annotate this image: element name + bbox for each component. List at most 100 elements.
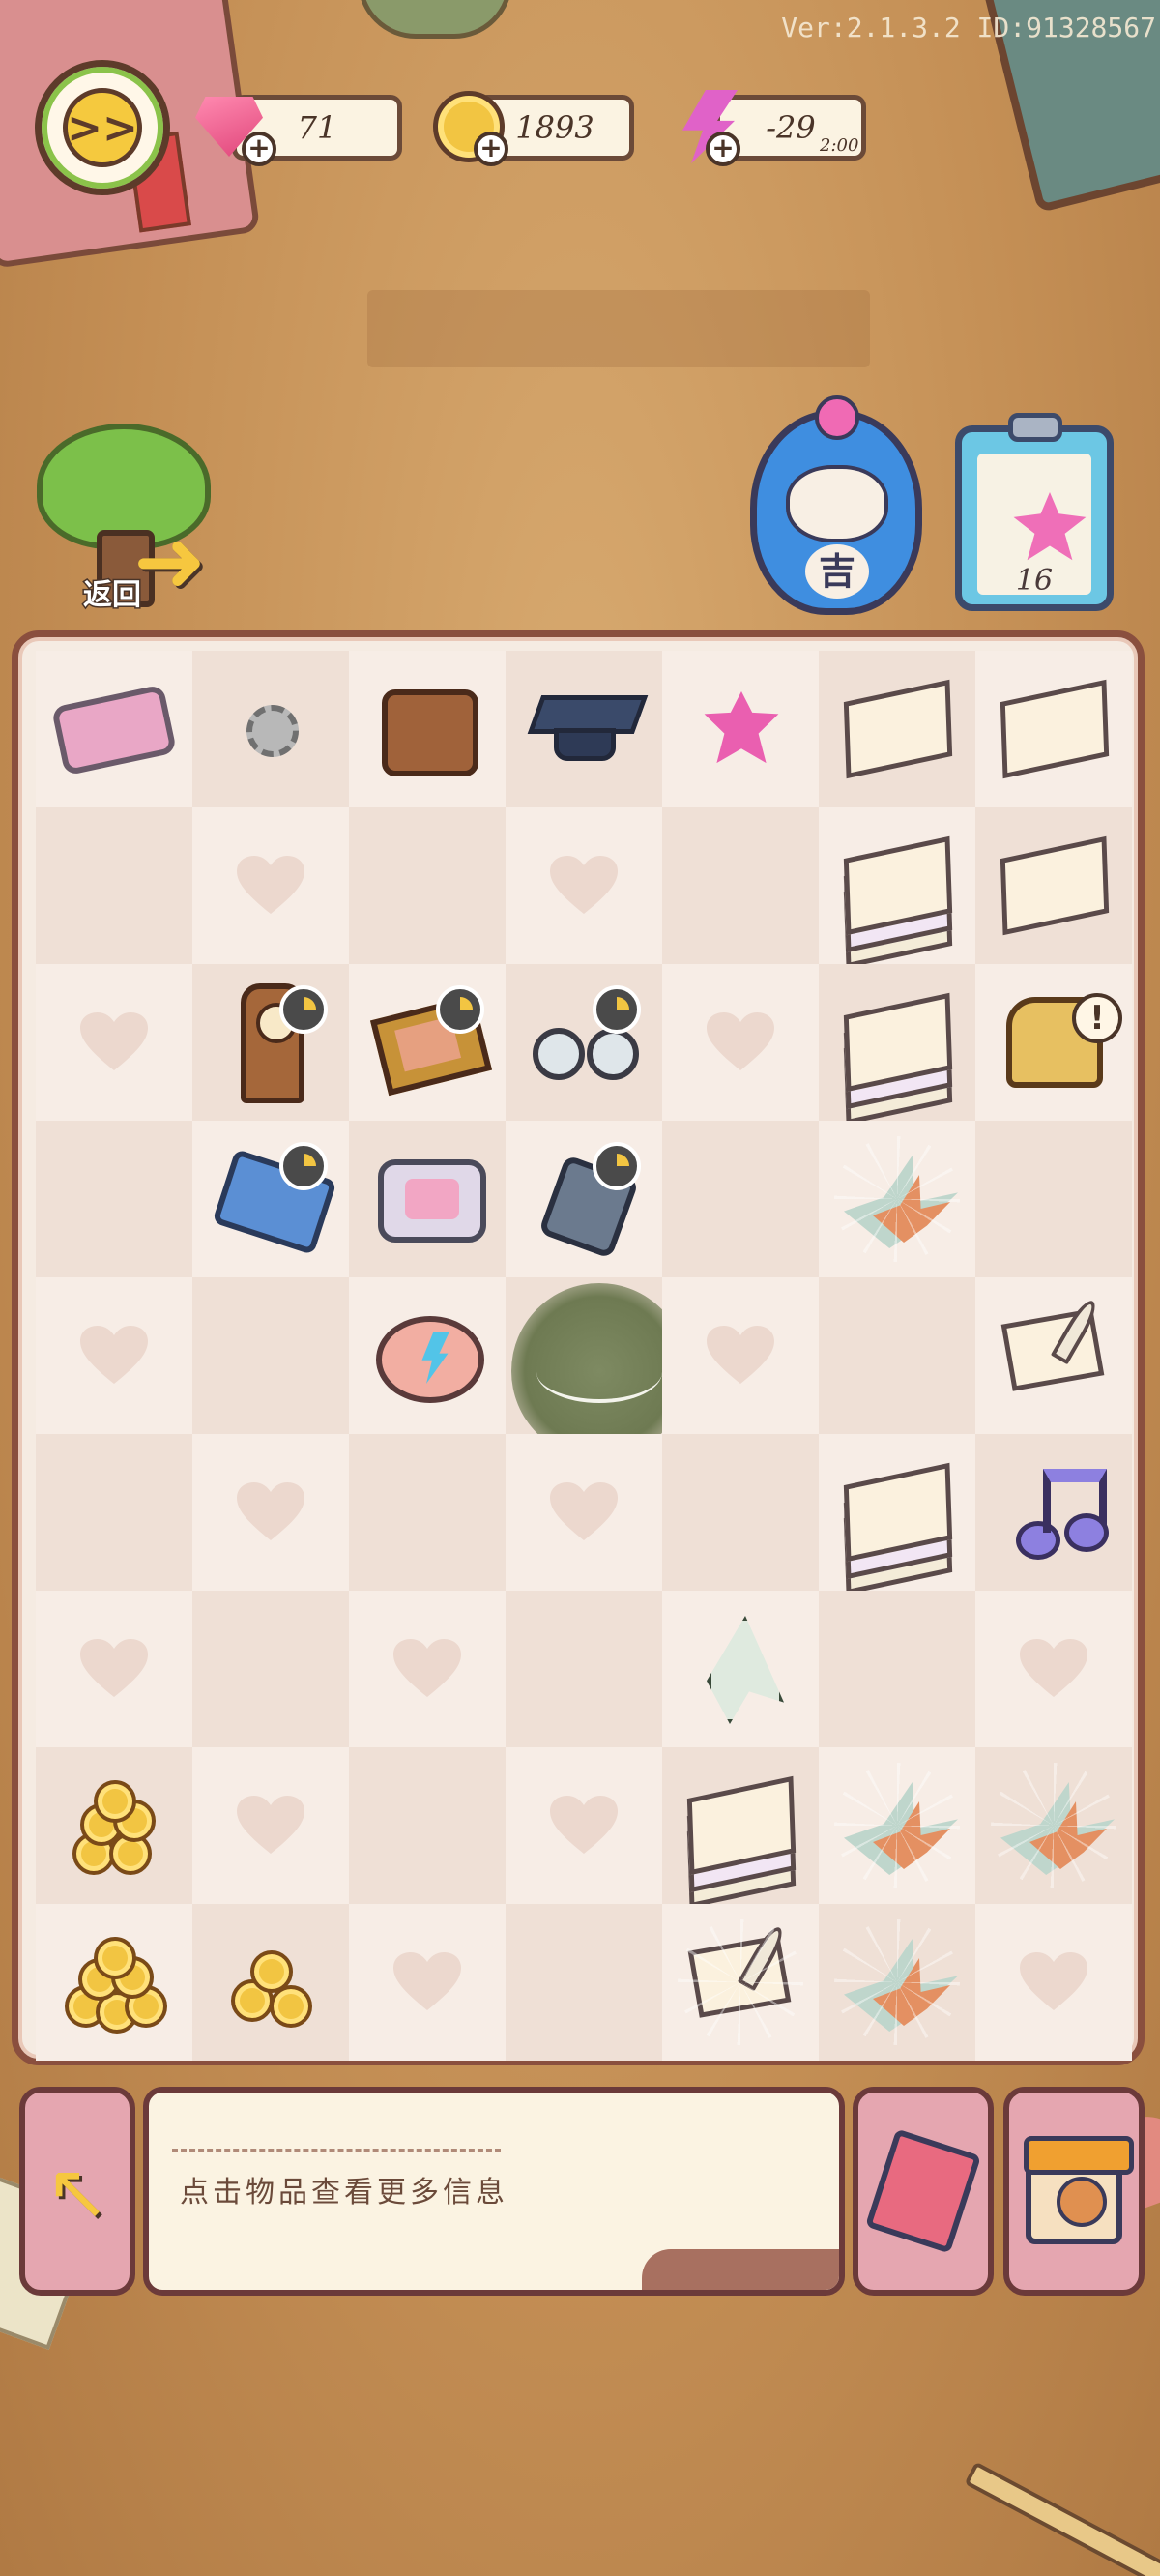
board-cell[interactable] (36, 964, 192, 1121)
daruma-lucky-cat-button[interactable]: 吉 (750, 395, 922, 615)
board-cell[interactable] (662, 1277, 819, 1434)
letter-quill-item[interactable] (991, 1293, 1116, 1419)
board-cell[interactable] (662, 1434, 819, 1591)
board-cell[interactable] (506, 1434, 662, 1591)
board-cell[interactable] (662, 964, 819, 1121)
add-energy-button[interactable]: + (706, 132, 740, 166)
board-cell[interactable] (192, 651, 349, 807)
piano-item[interactable]: ! (991, 980, 1122, 1105)
board-cell[interactable] (36, 1904, 192, 2061)
task-clipboard-button[interactable]: 16 (955, 413, 1114, 611)
board-cell[interactable] (819, 807, 975, 969)
glasses-item[interactable] (521, 980, 647, 1105)
paper-crane-item-webbed[interactable] (991, 1763, 1116, 1888)
piggy-bank-item[interactable] (364, 1293, 490, 1419)
board-cell[interactable] (506, 1747, 662, 1904)
board-cell[interactable] (506, 1904, 662, 2061)
board-cell[interactable] (349, 807, 506, 964)
board-cell[interactable] (349, 1434, 506, 1591)
music-note-item[interactable] (991, 1449, 1116, 1575)
board-cell[interactable] (349, 1747, 506, 1904)
letter-quill-item-webbed[interactable] (678, 1919, 803, 2045)
coin-pile-small-item[interactable] (208, 1919, 334, 2045)
coin-pile-item[interactable] (51, 1919, 177, 2045)
board-cell[interactable] (819, 1277, 975, 1434)
grandfather-clock-item[interactable] (208, 980, 334, 1105)
board-cell[interactable] (192, 1434, 349, 1591)
board-cell[interactable] (192, 964, 349, 1121)
board-cell[interactable] (662, 1121, 819, 1277)
flower-item[interactable] (678, 666, 803, 792)
board-cell[interactable] (506, 807, 662, 964)
board-cell[interactable] (349, 651, 506, 807)
board-cell[interactable] (506, 1277, 687, 1459)
add-coins-button[interactable]: + (474, 132, 508, 166)
collection-book-button[interactable] (853, 2087, 994, 2296)
paper-stack-item[interactable] (678, 1763, 803, 1909)
board-cell[interactable] (506, 964, 662, 1121)
board-cell[interactable] (819, 1904, 975, 2061)
board-cell[interactable] (975, 651, 1132, 807)
game-device-item[interactable] (364, 1136, 490, 1262)
board-cell[interactable] (36, 1277, 192, 1434)
board-cell[interactable] (662, 807, 819, 964)
board-cell[interactable]: ! (975, 964, 1132, 1121)
board-cell[interactable] (819, 1747, 975, 1904)
board-cell[interactable] (975, 1591, 1132, 1747)
paper-item[interactable] (991, 823, 1116, 949)
board-cell[interactable] (975, 1434, 1132, 1591)
board-cell[interactable] (662, 1747, 819, 1909)
board-cell[interactable] (975, 1121, 1132, 1277)
board-cell[interactable] (192, 1121, 349, 1277)
gear-item[interactable] (208, 666, 334, 792)
board-cell[interactable] (349, 1904, 506, 2061)
paper-crane-item-webbed[interactable] (834, 1763, 960, 1888)
board-cell[interactable] (975, 1747, 1132, 1904)
tablet-item[interactable] (50, 666, 178, 792)
paper-plane-item[interactable] (678, 1606, 803, 1732)
board-cell[interactable] (662, 651, 819, 807)
board-cell[interactable] (192, 1591, 349, 1747)
walkie-talkie-item[interactable] (521, 1136, 647, 1262)
board-cell[interactable] (36, 807, 192, 964)
board-cell[interactable] (192, 1904, 349, 2061)
briefcase-item[interactable] (364, 666, 490, 792)
paper-item[interactable] (991, 666, 1116, 792)
board-cell[interactable] (975, 1277, 1132, 1434)
board-cell[interactable] (192, 1747, 349, 1904)
paper-crane-item-webbed[interactable] (834, 1919, 960, 2045)
board-cell[interactable] (819, 1434, 975, 1595)
add-gems-button[interactable]: + (242, 132, 276, 166)
board-cell[interactable] (819, 964, 975, 1126)
paper-stack-item[interactable] (834, 1449, 960, 1595)
board-cell[interactable] (349, 1121, 506, 1277)
book-item[interactable] (208, 1136, 337, 1262)
board-cell[interactable] (506, 1591, 662, 1747)
board-cell[interactable] (349, 1591, 506, 1747)
board-cell[interactable] (662, 1904, 819, 2061)
board-cell[interactable] (819, 1121, 975, 1277)
board-cell[interactable] (975, 1904, 1132, 2061)
undo-button[interactable]: ↖ (19, 2087, 135, 2296)
shop-button[interactable] (1003, 2087, 1145, 2296)
paper-stack-item[interactable] (834, 823, 960, 969)
board-cell[interactable] (36, 1591, 192, 1747)
board-cell[interactable] (506, 651, 662, 807)
board-cell[interactable] (975, 807, 1132, 964)
board-cell[interactable] (36, 1434, 192, 1591)
photo-frame-item[interactable] (364, 980, 493, 1105)
board-cell[interactable] (36, 651, 192, 807)
board-cell[interactable] (662, 1591, 819, 1747)
board-cell[interactable] (36, 1747, 192, 1904)
board-cell[interactable] (192, 1277, 349, 1434)
spider-web-selected-item[interactable] (511, 1283, 687, 1459)
board-cell[interactable] (192, 807, 349, 964)
paper-stack-item[interactable] (834, 980, 960, 1126)
board-cell[interactable] (349, 964, 506, 1121)
player-avatar[interactable]: >> (35, 60, 170, 195)
graduation-cap-item[interactable] (521, 666, 649, 792)
paper-item[interactable] (834, 666, 960, 792)
board-cell[interactable] (819, 1591, 975, 1747)
board-cell[interactable] (349, 1277, 506, 1434)
return-tree-button[interactable]: ➜ 返回 (37, 424, 220, 617)
